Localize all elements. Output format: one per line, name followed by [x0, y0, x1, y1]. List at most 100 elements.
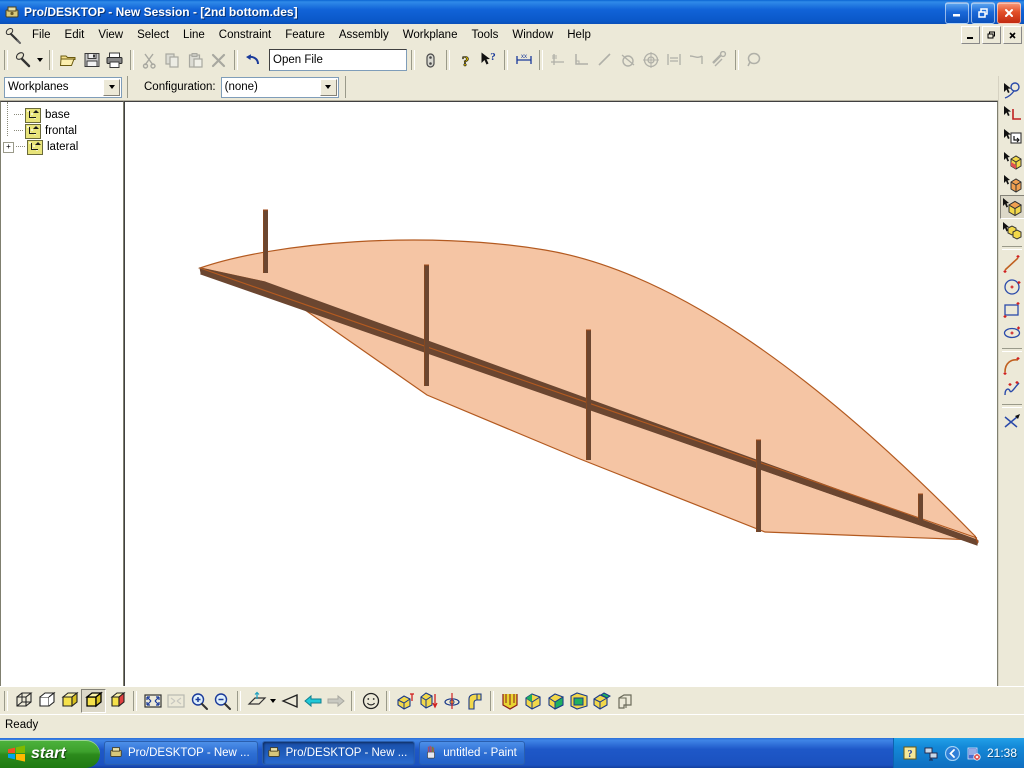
arrow-cube-solid-icon[interactable]	[1001, 172, 1024, 194]
menu-line[interactable]: Line	[176, 27, 212, 43]
question-mark-icon[interactable]: ?	[454, 49, 477, 71]
trim-scissors-icon[interactable]	[1001, 411, 1024, 433]
shell-icon[interactable]	[567, 690, 590, 712]
tangent-icon[interactable]	[616, 49, 639, 71]
taskbar-item-prodesktop-2[interactable]: Pro/DESKTOP - New ...	[261, 741, 416, 765]
round-edge-icon[interactable]	[521, 690, 544, 712]
folder-open-icon[interactable]	[57, 49, 80, 71]
equal-icon[interactable]	[662, 49, 685, 71]
perpendicular-icon[interactable]	[547, 49, 570, 71]
show-hidden-chevron-icon[interactable]	[944, 745, 961, 761]
close-button[interactable]	[997, 2, 1021, 24]
zoom-selection-icon[interactable]	[164, 690, 187, 712]
menu-view[interactable]: View	[91, 27, 130, 43]
workplanes-selector[interactable]: Workplanes	[4, 76, 122, 98]
mdi-close-button[interactable]	[1003, 26, 1022, 44]
properties-icon[interactable]	[419, 49, 442, 71]
chevron-down-icon[interactable]	[268, 690, 278, 712]
sweep-icon[interactable]	[463, 690, 486, 712]
maximize-restore-button[interactable]	[971, 2, 995, 24]
mdi-restore-button[interactable]	[982, 26, 1001, 44]
start-button[interactable]: start	[0, 739, 100, 768]
draft-icon[interactable]	[590, 690, 613, 712]
tree-item-base[interactable]: base	[3, 107, 121, 123]
right-arrow-icon[interactable]	[324, 690, 347, 712]
arrow-circle-icon[interactable]	[1001, 80, 1024, 102]
zoom-fit-icon[interactable]	[141, 690, 164, 712]
workplane-view-icon[interactable]	[245, 690, 268, 712]
arrow-workplane-icon[interactable]	[1001, 126, 1024, 148]
network-tray-icon[interactable]	[924, 746, 939, 761]
arc-draw-icon[interactable]	[1001, 355, 1024, 377]
ellipse-draw-icon[interactable]	[1001, 322, 1024, 344]
chevron-down-icon[interactable]	[35, 49, 45, 71]
copy-feature-icon[interactable]	[613, 690, 636, 712]
model-canvas[interactable]	[125, 102, 995, 684]
menu-workplane[interactable]: Workplane	[396, 27, 465, 43]
shaded-edges-cube-icon[interactable]	[81, 689, 106, 713]
arrow-cube-part-icon[interactable]	[999, 195, 1024, 219]
arrow-question-icon[interactable]: ?	[477, 49, 500, 71]
taskbar-item-prodesktop-1[interactable]: Pro/DESKTOP - New ...	[104, 741, 258, 765]
angle-icon[interactable]	[570, 49, 593, 71]
menu-tools[interactable]: Tools	[464, 27, 505, 43]
line-draw-icon[interactable]	[1001, 253, 1024, 275]
revolve-icon[interactable]	[440, 690, 463, 712]
parallel-icon[interactable]	[685, 49, 708, 71]
zoom-out-icon[interactable]	[210, 690, 233, 712]
line-icon[interactable]	[593, 49, 616, 71]
rectangle-draw-icon[interactable]	[1001, 299, 1024, 321]
menu-window[interactable]: Window	[505, 27, 560, 43]
floppy-disk-icon[interactable]	[80, 49, 103, 71]
menu-file[interactable]: File	[25, 27, 58, 43]
zoom-in-icon[interactable]	[187, 690, 210, 712]
fix-icon[interactable]	[708, 49, 731, 71]
workplanes-tree-panel[interactable]: base frontal + lateral	[0, 101, 124, 687]
shaded-cube-icon[interactable]	[58, 690, 81, 712]
extrude-icon[interactable]	[394, 690, 417, 712]
3d-viewport[interactable]	[124, 101, 998, 687]
arrow-corner-icon[interactable]	[1001, 103, 1024, 125]
tree-expand-button[interactable]: +	[3, 141, 14, 153]
arrow-two-cubes-icon[interactable]	[1001, 220, 1024, 242]
volume-tray-icon[interactable]	[966, 746, 981, 761]
smiley-face-icon[interactable]	[359, 690, 382, 712]
mdi-minimize-button[interactable]	[961, 26, 980, 44]
printer-icon[interactable]	[103, 49, 126, 71]
pencil-icon[interactable]	[12, 49, 35, 71]
menu-constraint[interactable]: Constraint	[212, 27, 278, 43]
chevron-down-icon[interactable]	[319, 78, 337, 96]
menu-help[interactable]: Help	[560, 27, 598, 43]
project-icon[interactable]	[417, 690, 440, 712]
chevron-down-icon[interactable]	[103, 78, 120, 96]
taskbar-clock[interactable]: 21:38	[987, 746, 1017, 760]
menu-feature[interactable]: Feature	[278, 27, 332, 43]
menu-select[interactable]: Select	[130, 27, 176, 43]
eye-cone-icon[interactable]	[278, 690, 301, 712]
clipboard-icon[interactable]	[184, 49, 207, 71]
configuration-selector[interactable]: (none)	[220, 76, 339, 98]
left-arrow-icon[interactable]	[301, 690, 324, 712]
copy-icon[interactable]	[161, 49, 184, 71]
open-file-field[interactable]: Open File	[269, 49, 407, 71]
concentric-icon[interactable]	[639, 49, 662, 71]
loft-icon[interactable]	[498, 690, 521, 712]
circle-draw-icon[interactable]	[1001, 276, 1024, 298]
wireframe-cube-icon[interactable]	[12, 690, 35, 712]
chamfer-edge-icon[interactable]	[544, 690, 567, 712]
menu-assembly[interactable]: Assembly	[332, 27, 396, 43]
dimension-icon[interactable]: xx	[512, 49, 535, 71]
help-tray-icon[interactable]: ?	[903, 746, 918, 761]
scissors-icon[interactable]	[138, 49, 161, 71]
magnifier-icon[interactable]	[743, 49, 766, 71]
x-delete-icon[interactable]	[207, 49, 230, 71]
tree-item-frontal[interactable]: frontal	[3, 123, 121, 139]
minimize-button[interactable]	[945, 2, 969, 24]
hidden-line-cube-icon[interactable]	[35, 690, 58, 712]
spline-draw-icon[interactable]	[1001, 378, 1024, 400]
menu-edit[interactable]: Edit	[58, 27, 92, 43]
arrow-cube-face-icon[interactable]	[1001, 149, 1024, 171]
tree-item-lateral[interactable]: + lateral	[3, 139, 121, 155]
transparent-cube-icon[interactable]	[106, 690, 129, 712]
undo-arrow-icon[interactable]	[242, 49, 265, 71]
